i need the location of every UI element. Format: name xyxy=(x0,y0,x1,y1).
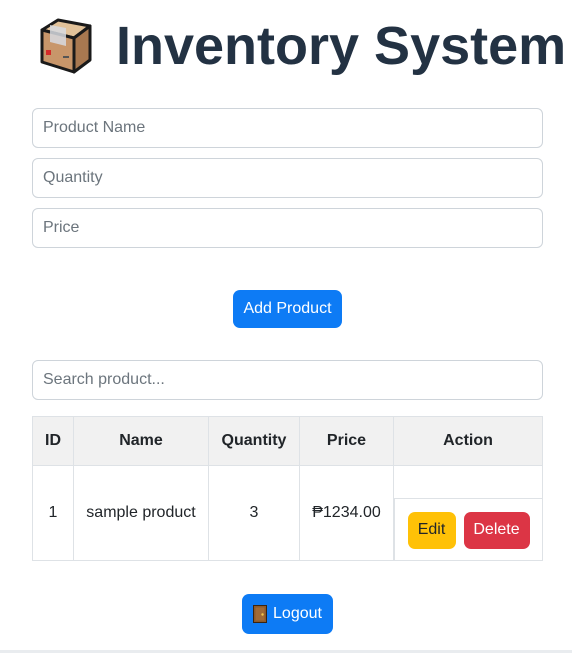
table-row: 1 sample product 3 ₱1234.00 Edit Delete xyxy=(32,465,543,561)
delete-button[interactable]: Delete xyxy=(463,511,530,549)
column-header-quantity: Quantity xyxy=(208,416,300,466)
page-title: Inventory System xyxy=(116,16,567,76)
cell-name: sample product xyxy=(73,465,209,561)
column-header-price: Price xyxy=(299,416,394,466)
cell-action: Edit Delete xyxy=(393,465,543,561)
package-box-icon xyxy=(40,18,92,74)
product-name-input[interactable] xyxy=(32,108,543,148)
cell-price: ₱1234.00 xyxy=(299,465,394,561)
search-input[interactable] xyxy=(32,360,543,400)
cell-id: 1 xyxy=(32,465,74,561)
edit-button[interactable]: Edit xyxy=(407,511,456,549)
table-header-row: ID Name Quantity Price Action xyxy=(32,416,543,466)
quantity-input[interactable] xyxy=(32,158,543,198)
price-input[interactable] xyxy=(32,208,543,248)
column-header-action: Action xyxy=(393,416,543,466)
add-product-button[interactable]: Add Product xyxy=(233,290,342,328)
logout-button[interactable]: Logout xyxy=(242,594,333,634)
logout-label: Logout xyxy=(273,605,322,622)
cell-quantity: 3 xyxy=(208,465,300,561)
door-icon xyxy=(253,605,268,623)
inventory-table: ID Name Quantity Price Action 1 sample p… xyxy=(32,416,543,561)
column-header-id: ID xyxy=(32,416,74,466)
inventory-page: Inventory System Add Product ID Name Qua… xyxy=(0,0,572,653)
column-header-name: Name xyxy=(73,416,209,466)
row-actions: Edit Delete xyxy=(394,498,542,561)
page-header: Inventory System xyxy=(36,14,566,78)
